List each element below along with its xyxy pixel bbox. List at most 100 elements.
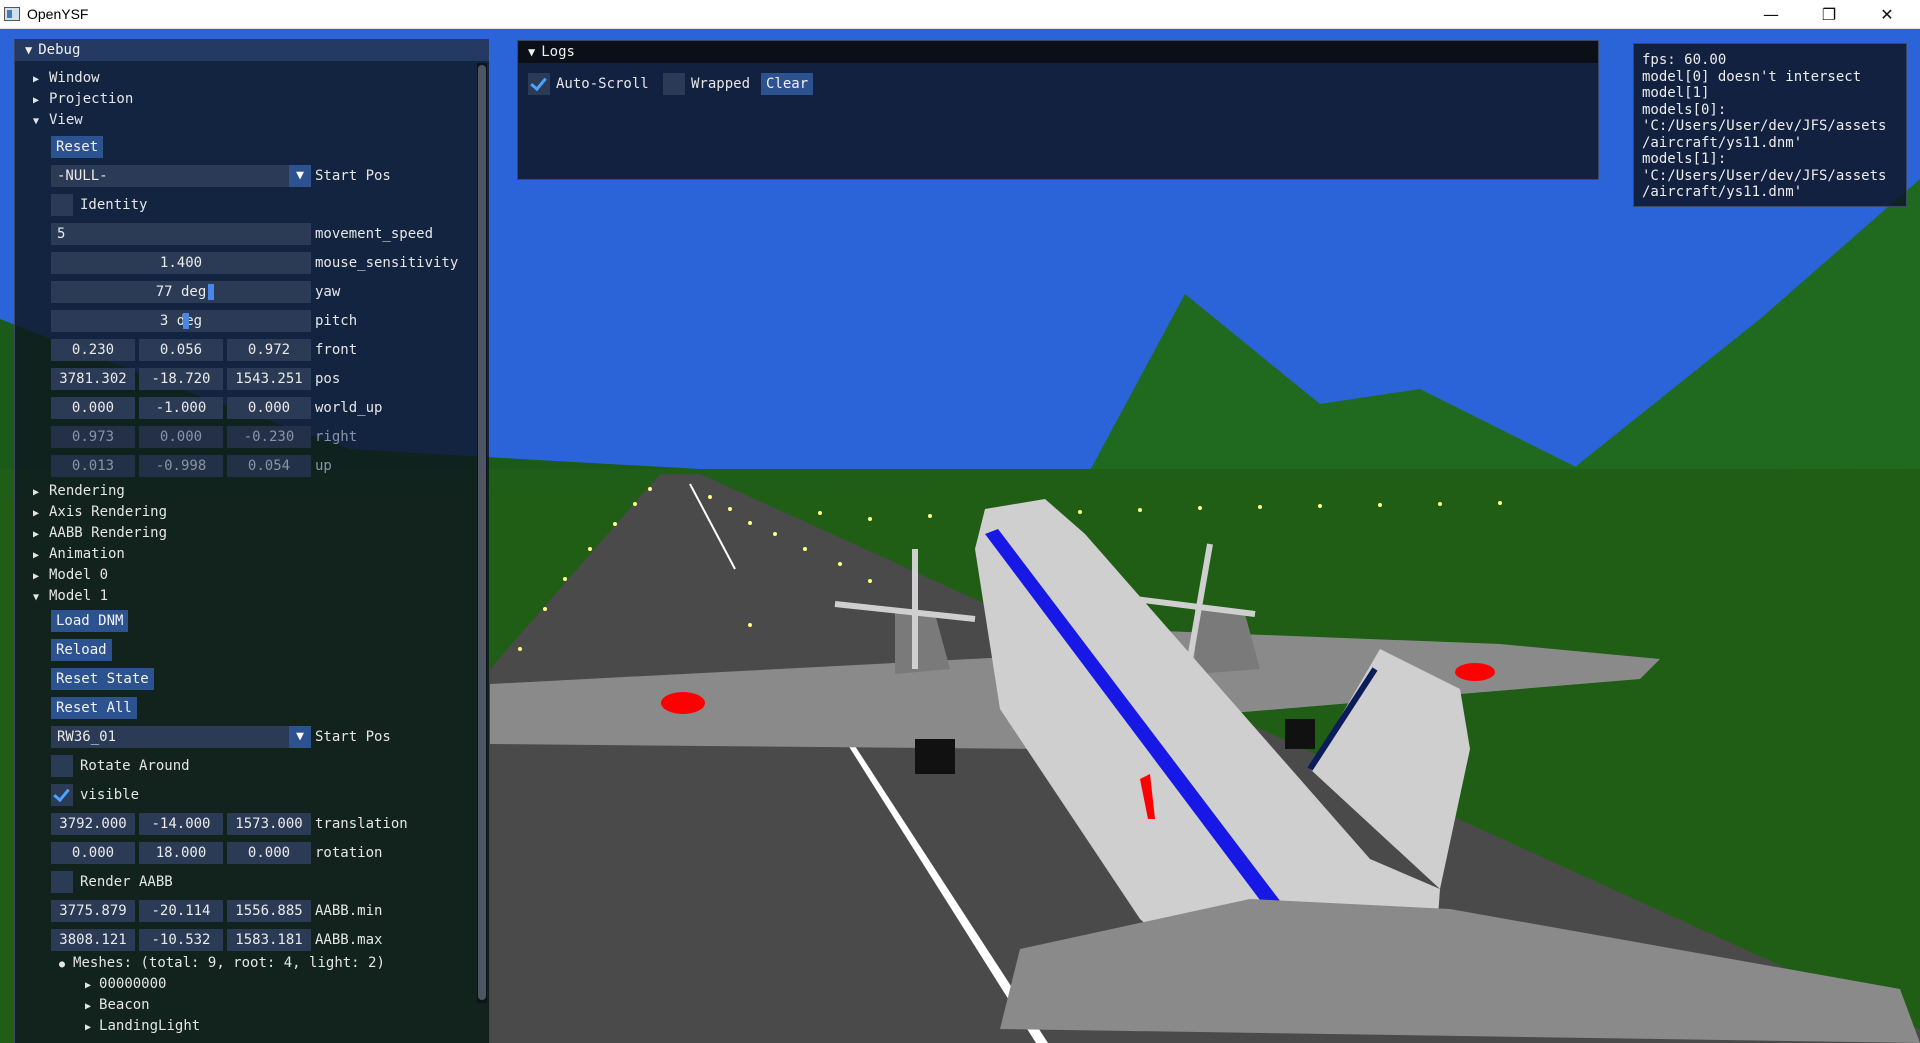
debug-panel: ▼ Debug ▶ Window ▶ Projection ▼ View Reset -… [14, 39, 489, 1043]
clear-button[interactable]: Clear [761, 73, 814, 95]
pos-label: pos [315, 371, 341, 387]
rotate-around-label: Rotate Around [80, 758, 190, 774]
wrapped-checkbox[interactable] [663, 73, 685, 95]
identity-checkbox[interactable] [51, 194, 73, 216]
mesh-label: 00000000 [99, 976, 167, 992]
meshes-label: Meshes: (total: 9, root: 4, light: 2) [73, 955, 385, 971]
tree-label: Model 1 [49, 588, 109, 604]
mesh-label: Beacon [99, 997, 150, 1013]
mesh-item-landinglight[interactable]: ▶ LandingLight [85, 1015, 200, 1037]
front-z[interactable]: 0.972 [227, 339, 311, 361]
yaw-value: 77 deg [155, 284, 207, 300]
load-dnm-button[interactable]: Load DNM [51, 610, 129, 632]
tree-model-0[interactable]: ▶ Model 0 [33, 564, 108, 586]
visible-label: visible [80, 787, 140, 803]
logs-title: Logs [541, 44, 575, 60]
aabb-min-label: AABB.min [315, 903, 383, 919]
chevron-right-icon: ▶ [85, 1022, 92, 1033]
translation-label: translation [315, 816, 408, 832]
front-label: front [315, 342, 358, 358]
logs-header[interactable]: ▼ Logs [518, 41, 1598, 63]
view-start-combo[interactable]: -NULL- ▼ [51, 165, 311, 187]
tree-view[interactable]: ▼ View [33, 109, 83, 131]
aabb-max-label: AABB.max [315, 932, 383, 948]
front-y[interactable]: 0.056 [139, 339, 223, 361]
tree-aabb-rendering[interactable]: ▶ AABB Rendering [33, 522, 167, 544]
render-aabb-checkbox[interactable] [51, 871, 73, 893]
chevron-down-icon: ▼ [289, 726, 311, 748]
reset-all-button[interactable]: Reset All [51, 697, 137, 719]
pitch-slider-knob[interactable] [183, 313, 189, 329]
view-reset-button[interactable]: Reset [51, 136, 104, 158]
tree-label: Axis Rendering [49, 504, 168, 520]
world_up-x[interactable]: 0.000 [51, 397, 135, 419]
rotation-x[interactable]: 0.000 [51, 842, 135, 864]
tree-animation[interactable]: ▶ Animation [33, 543, 125, 565]
close-button[interactable]: ✕ [1858, 0, 1916, 29]
stats-overlay: fps: 60.00 model[0] doesn't intersect mo… [1633, 43, 1907, 207]
maximize-button[interactable]: ❐ [1800, 0, 1858, 29]
tree-label: View [49, 112, 83, 128]
rotation-y[interactable]: 18.000 [139, 842, 223, 864]
tree-projection[interactable]: ▶ Projection [33, 88, 133, 110]
reload-button[interactable]: Reload [51, 639, 112, 661]
debug-title: Debug [38, 42, 81, 58]
combo-value: RW36_01 [57, 729, 117, 745]
tree-label: Rendering [49, 483, 125, 499]
autoscroll-checkbox[interactable] [528, 73, 550, 95]
debug-header[interactable]: ▼ Debug [15, 39, 489, 61]
aabb-min-x[interactable]: 3775.879 [51, 900, 135, 922]
translation-z[interactable]: 1573.000 [227, 813, 311, 835]
model-start-combo[interactable]: RW36_01 ▼ [51, 726, 311, 748]
identity-label: Identity [80, 197, 148, 213]
tree-label: Window [49, 70, 100, 86]
tree-label: AABB Rendering [49, 525, 168, 541]
scrollbar-thumb[interactable] [478, 65, 486, 1000]
combo-value: -NULL- [57, 168, 108, 184]
reset-state-button[interactable]: Reset State [51, 668, 154, 690]
chevron-right-icon: ▶ [85, 980, 92, 991]
tree-window[interactable]: ▶ Window [33, 67, 100, 89]
right-x: 0.973 [51, 426, 135, 448]
pitch-value: 3 deg [159, 313, 203, 329]
chevron-right-icon: ▶ [85, 1001, 92, 1012]
translation-x[interactable]: 3792.000 [51, 813, 135, 835]
right-y: 0.000 [139, 426, 223, 448]
tree-axis-rendering[interactable]: ▶ Axis Rendering [33, 501, 167, 523]
movement-speed-input[interactable]: 5 [51, 223, 311, 245]
front-x[interactable]: 0.230 [51, 339, 135, 361]
yaw-slider-knob[interactable] [208, 284, 214, 300]
pitch-slider[interactable]: 3 deg [51, 310, 311, 332]
tree-model-1[interactable]: ▼ Model 1 [33, 585, 108, 607]
up-z: 0.054 [227, 455, 311, 477]
window-title: OpenYSF [27, 6, 89, 22]
visible-checkbox[interactable] [51, 784, 73, 806]
yaw-slider[interactable]: 77 deg [51, 281, 311, 303]
world_up-z[interactable]: 0.000 [227, 397, 311, 419]
aabb-max-y[interactable]: -10.532 [139, 929, 223, 951]
mesh-item-00000000[interactable]: ▶ 00000000 [85, 973, 166, 995]
meshes-node[interactable]: ● Meshes: (total: 9, root: 4, light: 2) [59, 952, 385, 974]
rotation-z[interactable]: 0.000 [227, 842, 311, 864]
rotate-around-checkbox[interactable] [51, 755, 73, 777]
mouse-sensitivity-input[interactable]: 1.400 [51, 252, 311, 274]
right-z: -0.230 [227, 426, 311, 448]
minimize-button[interactable]: — [1742, 0, 1800, 29]
translation-y[interactable]: -14.000 [139, 813, 223, 835]
mesh-item-beacon[interactable]: ▶ Beacon [85, 994, 150, 1016]
yaw-label: yaw [315, 284, 341, 300]
world_up-label: world_up [315, 400, 383, 416]
pos-x[interactable]: 3781.302 [51, 368, 135, 390]
aabb-max-z[interactable]: 1583.181 [227, 929, 311, 951]
aabb-max-x[interactable]: 3808.121 [51, 929, 135, 951]
autoscroll-label: Auto-Scroll [556, 76, 649, 92]
world_up-y[interactable]: -1.000 [139, 397, 223, 419]
tree-rendering[interactable]: ▶ Rendering [33, 480, 125, 502]
debug-scrollbar[interactable] [477, 63, 487, 1003]
pos-y[interactable]: -18.720 [139, 368, 223, 390]
aabb-min-z[interactable]: 1556.885 [227, 900, 311, 922]
right-label: right [315, 429, 358, 445]
aabb-min-y[interactable]: -20.114 [139, 900, 223, 922]
pos-z[interactable]: 1543.251 [227, 368, 311, 390]
tree-label: Model 0 [49, 567, 109, 583]
